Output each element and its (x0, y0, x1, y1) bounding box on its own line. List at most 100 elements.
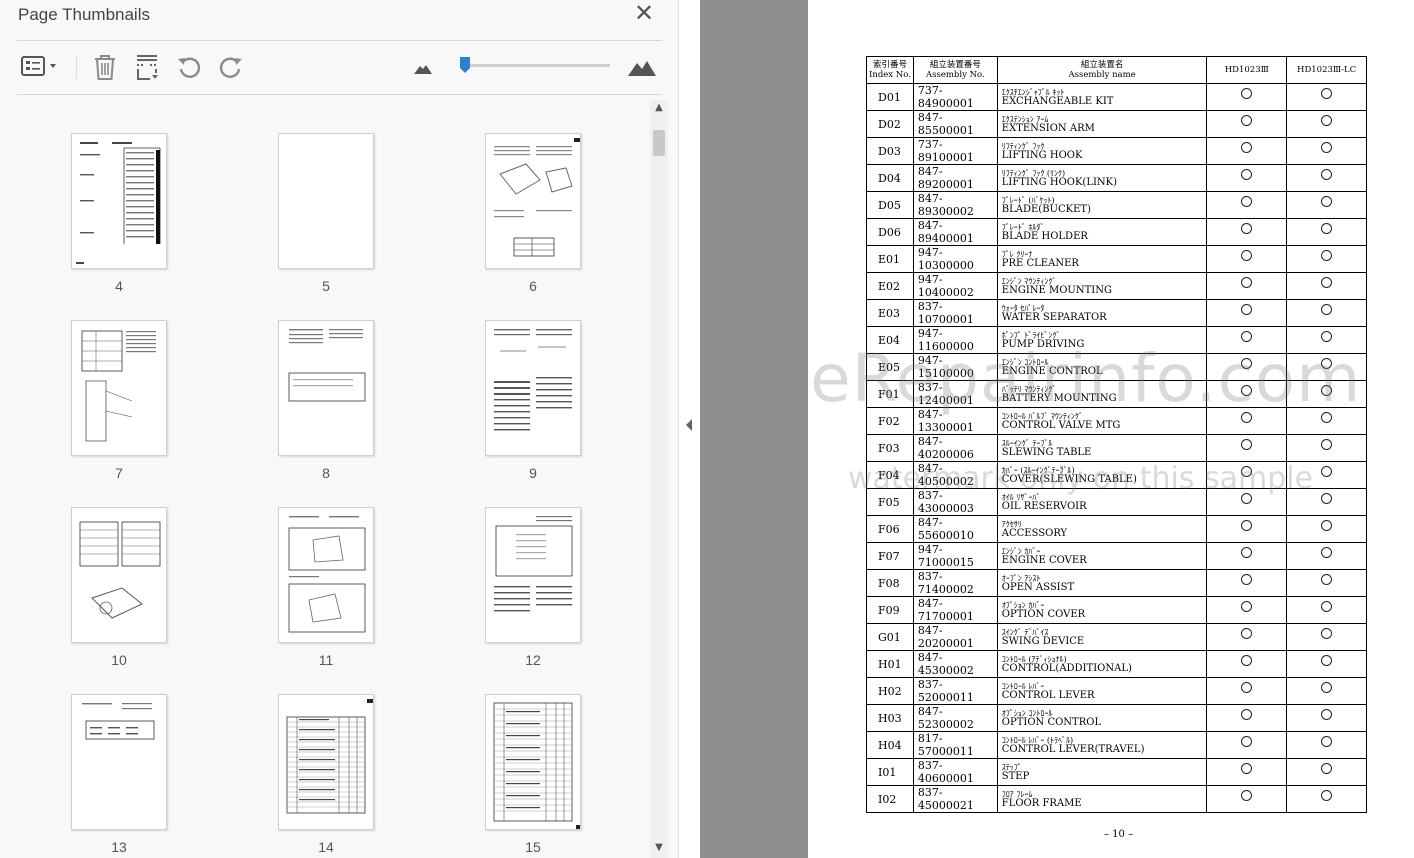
applicable-circle-icon (1321, 627, 1333, 639)
table-row: F06 847-55600010 ｱｸｾｻﾘ ACCESSORY (866, 515, 1367, 543)
applicable-circle-icon (1241, 114, 1253, 126)
table-row: H01 847-45300002 ｺﾝﾄﾛｰﾙ (ｱﾃﾞｨｼｮﾅﾙ) CONTROL(… (866, 650, 1367, 678)
applicable-circle-icon (1241, 195, 1253, 207)
model-1-applicability-cell (1206, 299, 1288, 327)
model-1-applicability-cell (1206, 569, 1288, 597)
assembly-name-en: OIL RESERVOIR (1001, 500, 1087, 512)
model-2-applicability-cell (1286, 677, 1367, 705)
thumbnail-page-5[interactable]: 5 (271, 133, 381, 294)
model-1-applicability-cell (1206, 83, 1288, 111)
delete-page-button[interactable] (90, 52, 120, 82)
collapse-panel-arrow-icon[interactable] (684, 417, 694, 433)
thumbnail-page-15[interactable]: 15 (478, 694, 588, 855)
model-2-applicability-cell (1286, 731, 1367, 759)
applicable-circle-icon (1241, 789, 1253, 801)
scroll-down-arrow-icon[interactable]: ▼ (650, 840, 668, 856)
table-row: E03 837-10700001 ｳｫｰﾀ ｾﾊﾟﾚｰﾀ WATER SEPARATO… (866, 299, 1367, 327)
applicable-circle-icon (1321, 735, 1333, 747)
applicable-circle-icon (1241, 708, 1253, 720)
table-row: I01 837-40600001 ｽﾃｯﾌﾟ STEP (866, 758, 1367, 786)
index-no-cell: F07 (866, 542, 914, 570)
applicable-circle-icon (1241, 438, 1253, 450)
model-2-applicability-cell (1286, 758, 1367, 786)
thumbnail-page-number: 8 (322, 465, 330, 481)
assembly-name-cell: ｴｸｽﾁｴﾝｼﾞｬﾌﾞﾙ ｷｯﾄ EXCHANGEABLE KIT (996, 83, 1208, 111)
model-1-applicability-cell (1206, 596, 1288, 624)
applicable-circle-icon (1321, 195, 1333, 207)
model-1-applicability-cell (1206, 542, 1288, 570)
index-no-cell: D06 (866, 218, 914, 246)
header-text-en: Index No. (869, 70, 911, 80)
zoom-out-button[interactable] (410, 52, 436, 82)
thumbnail-page-11[interactable]: 11 (271, 507, 381, 668)
table-row: F09 847-71700001 ｵﾌﾟｼｮﾝ ｶﾊﾞｰ OPTION COVER (866, 596, 1367, 624)
index-no-cell: D02 (866, 110, 914, 138)
applicable-circle-icon (1321, 546, 1333, 558)
thumbnail-page-4[interactable]: 4 (64, 133, 174, 294)
page-preview (485, 694, 581, 830)
index-no-cell: E02 (866, 272, 914, 300)
applicable-circle-icon (1321, 708, 1333, 720)
thumbnails-scrollbar[interactable]: ▲ ▼ (650, 100, 668, 858)
index-no-cell: F08 (866, 569, 914, 597)
assembly-name-en: BLADE HOLDER (1001, 230, 1088, 242)
index-no-cell: G01 (866, 623, 914, 651)
zoom-in-button[interactable] (624, 52, 660, 82)
applicable-circle-icon (1321, 789, 1333, 801)
index-no-cell: D01 (866, 83, 914, 111)
applicable-circle-icon (1321, 168, 1333, 180)
thumbnail-page-14[interactable]: 14 (271, 694, 381, 855)
thumbnail-options-button[interactable] (18, 52, 62, 82)
model-1-applicability-cell (1206, 245, 1288, 273)
thumbnail-page-10[interactable]: 10 (64, 507, 174, 668)
page-preview (485, 507, 581, 643)
page-preview (278, 133, 374, 269)
assembly-name-en: SLEWING TABLE (1001, 446, 1092, 458)
header-model-1: HD1023Ⅲ (1206, 56, 1288, 84)
rotate-counterclockwise-button[interactable] (174, 52, 204, 82)
assembly-name-cell: ﾘﾌﾃｨﾝｸﾞ ﾌｯｸ LIFTING HOOK (996, 137, 1208, 165)
thumbnail-page-number: 12 (525, 652, 541, 668)
assembly-no-cell: 947-10300000 (912, 245, 998, 273)
small-mountain-icon (414, 65, 432, 74)
assembly-name-cell: ｱｸｾｻﾘ ACCESSORY (996, 515, 1208, 543)
index-no-cell: H03 (866, 704, 914, 732)
page-preview-graphic (494, 516, 573, 612)
page-preview-graphic (494, 329, 572, 431)
applicable-circle-icon (1241, 87, 1253, 99)
assembly-no-cell: 817-57000011 (912, 731, 998, 759)
model-2-applicability-cell (1286, 785, 1367, 813)
zoom-slider-thumb[interactable] (459, 56, 471, 74)
thumbnail-page-8[interactable]: 8 (271, 320, 381, 481)
thumbnail-page-9[interactable]: 9 (478, 320, 588, 481)
scrollbar-thumb[interactable] (653, 130, 665, 156)
assembly-name-en: CONTROL VALVE MTG (1001, 419, 1121, 431)
model-1-applicability-cell (1206, 434, 1288, 462)
insert-page-button[interactable] (132, 52, 162, 82)
applicable-circle-icon (1321, 276, 1333, 288)
assembly-no-cell: 847-20200001 (912, 623, 998, 651)
page-preview (71, 694, 167, 830)
assembly-name-en: CONTROL(ADDITIONAL) (1001, 662, 1132, 674)
table-header-row: 索引番号 Index No. 組立装置番号 Assembly No. 組立装置名 As… (866, 56, 1367, 84)
model-2-applicability-cell (1286, 83, 1367, 111)
index-no-cell: E01 (866, 245, 914, 273)
thumbnail-page-12[interactable]: 12 (478, 507, 588, 668)
thumbnail-page-6[interactable]: 6 (478, 133, 588, 294)
thumbnail-page-7[interactable]: 7 (64, 320, 174, 481)
assembly-name-cell: ｽﾃｯﾌﾟ STEP (996, 758, 1208, 786)
table-row: I02 837-45000021 ﾌﾛｱ ﾌﾚｰﾑ FLOOR FRAME (866, 785, 1367, 813)
thumbnail-page-13[interactable]: 13 (64, 694, 174, 855)
table-row: F08 837-71400002 ｵｰﾌﾟﾝ ｱｼｽﾄ OPEN ASSIST (866, 569, 1367, 597)
applicable-circle-icon (1241, 735, 1253, 747)
large-mountain-icon (628, 61, 656, 76)
applicable-circle-icon (1241, 168, 1253, 180)
assembly-name-cell: ｵｰﾌﾟﾝ ｱｼｽﾄ OPEN ASSIST (996, 569, 1208, 597)
assembly-name-en: BLADE(BUCKET) (1001, 203, 1091, 215)
rotate-clockwise-button[interactable] (216, 52, 246, 82)
zoom-slider-track[interactable] (462, 64, 610, 67)
scroll-up-arrow-icon[interactable]: ▲ (650, 100, 668, 116)
model-2-applicability-cell (1286, 569, 1367, 597)
page-preview-graphic (288, 516, 366, 633)
close-icon[interactable]: ✕ (632, 1, 656, 26)
